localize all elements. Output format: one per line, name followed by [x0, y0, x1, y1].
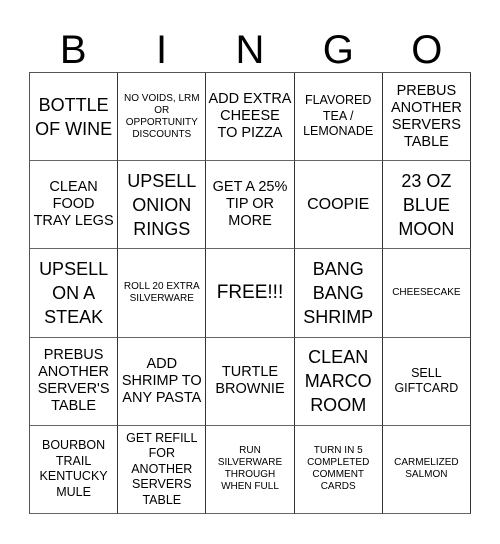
bingo-cell[interactable]: BOURBON TRAIL KENTUCKY MULE	[30, 425, 119, 514]
bingo-header: B I N G O	[29, 28, 471, 72]
cell-text: FREE!!!	[216, 281, 284, 303]
cell-text: ADD SHRIMP TO ANY PASTA	[121, 355, 202, 406]
bingo-cell[interactable]: BANG BANG SHRIMP	[294, 249, 383, 338]
cell-text: CHEESECAKE	[392, 286, 461, 298]
bingo-cell[interactable]: CHEESECAKE	[382, 249, 471, 338]
bingo-cell[interactable]: UPSELL ONION RINGS	[118, 161, 207, 250]
header-letter-o: O	[411, 28, 443, 72]
bingo-cell[interactable]: RUN SILVERWARE THROUGH WHEN FULL	[206, 425, 295, 514]
bingo-cell[interactable]: TURTLE BROWNIE	[206, 337, 295, 426]
cell-text: COOPIE	[307, 196, 370, 214]
bingo-cell[interactable]: GET REFILL FOR ANOTHER SERVERS TABLE	[118, 425, 207, 514]
header-letter-g: G	[322, 28, 354, 72]
cell-text: BOURBON TRAIL KENTUCKY MULE	[39, 438, 108, 499]
free-space-cell[interactable]: FREE!!!	[206, 249, 295, 338]
bingo-cell[interactable]: GET A 25% TIP OR MORE	[206, 161, 295, 250]
cell-text: CLEAN FOOD TRAY LEGS	[33, 179, 114, 230]
cell-text: 23 OZ BLUE MOON	[398, 170, 455, 239]
bingo-cell[interactable]: UPSELL ON A STEAK	[30, 249, 119, 338]
bingo-cell[interactable]: ADD SHRIMP TO ANY PASTA	[118, 337, 207, 426]
cell-text: UPSELL ONION RINGS	[127, 170, 197, 239]
cell-text: PREBUS ANOTHER SERVERS TABLE	[390, 82, 462, 150]
bingo-cell[interactable]: CARMELIZED SALMON	[382, 425, 471, 514]
bingo-cell[interactable]: TURN IN 5 COMPLETED COMMENT CARDS	[294, 425, 383, 514]
bingo-grid: BOTTLE OF WINE NO VOIDS, LRM OR OPPORTUN…	[29, 72, 471, 514]
cell-text: SELL GIFTCARD	[394, 365, 459, 396]
bingo-cell[interactable]: NO VOIDS, LRM OR OPPORTUNITY DISCOUNTS	[118, 73, 207, 162]
bingo-cell[interactable]: CLEAN MARCO ROOM	[294, 337, 383, 426]
cell-text: GET A 25% TIP OR MORE	[212, 179, 288, 230]
bingo-cell[interactable]: COOPIE	[294, 161, 383, 250]
cell-text: CLEAN MARCO ROOM	[304, 347, 372, 416]
bingo-cell[interactable]: ADD EXTRA CHEESE TO PIZZA	[206, 73, 295, 162]
cell-text: NO VOIDS, LRM OR OPPORTUNITY DISCOUNTS	[124, 92, 200, 140]
bingo-cell[interactable]: PREBUS ANOTHER SERVERS TABLE	[382, 73, 471, 162]
cell-text: FLAVORED TEA / LEMONADE	[303, 93, 374, 139]
header-letter-i: I	[156, 28, 168, 72]
bingo-cell[interactable]: PREBUS ANOTHER SERVER'S TABLE	[30, 337, 119, 426]
bingo-cell[interactable]: 23 OZ BLUE MOON	[382, 161, 471, 250]
cell-text: BOTTLE OF WINE	[35, 94, 113, 139]
cell-text: RUN SILVERWARE THROUGH WHEN FULL	[217, 445, 283, 493]
cell-text: UPSELL ON A STEAK	[39, 258, 109, 327]
cell-text: CARMELIZED SALMON	[394, 457, 459, 481]
cell-text: BANG BANG SHRIMP	[303, 258, 374, 327]
bingo-cell[interactable]: SELL GIFTCARD	[382, 337, 471, 426]
cell-text: PREBUS ANOTHER SERVER'S TABLE	[37, 347, 110, 415]
header-letter-b: B	[59, 28, 87, 72]
bingo-cell[interactable]: BOTTLE OF WINE	[30, 73, 119, 162]
cell-text: ADD EXTRA CHEESE TO PIZZA	[208, 91, 292, 142]
cell-text: ROLL 20 EXTRA SILVERWARE	[123, 280, 200, 304]
cell-text: TURTLE BROWNIE	[215, 364, 285, 398]
bingo-cell[interactable]: FLAVORED TEA / LEMONADE	[294, 73, 383, 162]
bingo-cell[interactable]: CLEAN FOOD TRAY LEGS	[30, 161, 119, 250]
cell-text: GET REFILL FOR ANOTHER SERVERS TABLE	[126, 430, 198, 507]
cell-text: TURN IN 5 COMPLETED COMMENT CARDS	[307, 445, 370, 493]
header-letter-n: N	[235, 28, 265, 72]
bingo-cell[interactable]: ROLL 20 EXTRA SILVERWARE	[118, 249, 207, 338]
